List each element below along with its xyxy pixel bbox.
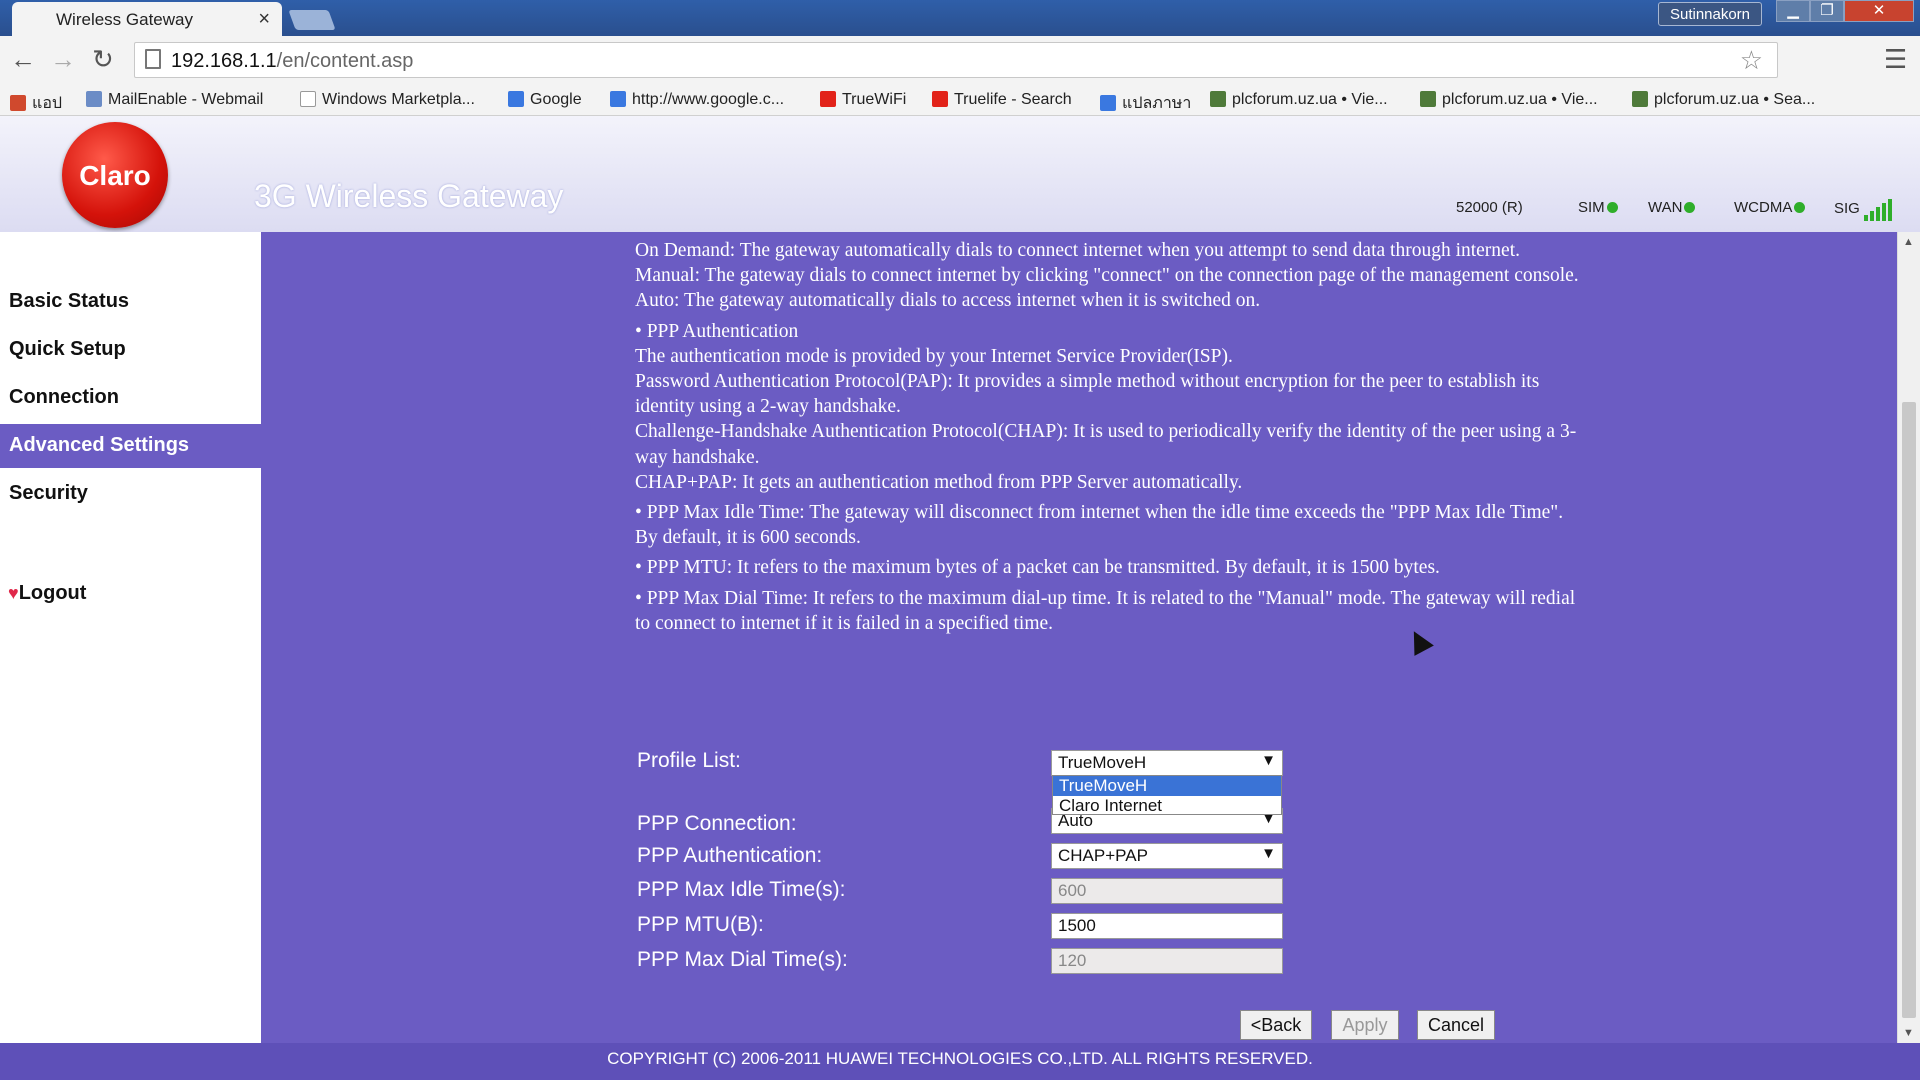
dropdown-option[interactable]: Claro Internet [1053, 796, 1281, 816]
cancel-button[interactable]: Cancel [1417, 1010, 1495, 1040]
sidebar-item-advanced-settings[interactable]: Advanced Settings [0, 424, 261, 468]
bookmark-item[interactable]: แอป [10, 91, 62, 116]
url-host: 192.168.1.1 [171, 50, 277, 72]
sidebar-item-quick-setup[interactable]: Quick Setup [0, 328, 261, 372]
tab-title: Wireless Gateway [56, 10, 193, 29]
profile-user-button[interactable]: Sutinnakorn [1658, 2, 1762, 26]
help-auto: Auto: The gateway automatically dials to… [635, 290, 1261, 312]
close-window-button[interactable]: ✕ [1844, 0, 1914, 22]
status-dot-icon [1606, 202, 1618, 213]
ppp-idle-input[interactable]: 600 [1051, 878, 1283, 904]
bookmark-item[interactable]: แปลภาษา [1100, 91, 1191, 116]
claro-logo: Claro [62, 122, 168, 228]
profile-dropdown-list: TrueMoveH Claro Internet [1052, 775, 1282, 815]
translate-icon [1100, 95, 1116, 111]
status-dot-icon [1794, 202, 1806, 213]
ppp-connection-label: PPP Connection: [637, 812, 797, 835]
bookmark-item[interactable]: TrueWiFi [820, 91, 906, 109]
help-text: On Demand: The gateway automatically dia… [635, 232, 1585, 636]
ppp-auth-label: PPP Authentication: [637, 844, 823, 867]
help-manual: Manual: The gateway dials to connect int… [635, 265, 1579, 287]
bookmarks-bar: แอป MailEnable - Webmail Windows Marketp… [0, 86, 1920, 116]
dropdown-option[interactable]: TrueMoveH [1053, 776, 1281, 796]
sidebar-item-security[interactable]: Security [0, 472, 261, 516]
bookmark-star-icon[interactable]: ☆ [1740, 45, 1763, 76]
page-scrollbar[interactable]: ▲ ▼ [1897, 232, 1920, 1043]
page-icon [300, 91, 316, 107]
browser-tab[interactable]: Wireless Gateway × [12, 2, 282, 36]
wcdma-status: WCDMA [1734, 199, 1806, 216]
help-on-demand: On Demand: The gateway automatically dia… [635, 240, 1521, 261]
signal-status: SIG [1834, 199, 1894, 221]
bookmark-item[interactable]: MailEnable - Webmail [86, 91, 263, 109]
bookmark-item[interactable]: plcforum.uz.ua • Vie... [1420, 91, 1598, 109]
mail-icon [86, 91, 102, 107]
ppp-idle-label: PPP Max Idle Time(s): [637, 878, 846, 901]
ppp-mtu-input[interactable]: 1500 [1051, 913, 1283, 939]
minimize-button[interactable]: ▁ [1776, 0, 1810, 22]
true-icon [820, 91, 836, 107]
profile-list-label: Profile List: [637, 749, 741, 772]
scrollbar-thumb[interactable] [1902, 402, 1916, 1018]
sidebar: Basic Status Quick Setup Connection Adva… [0, 232, 261, 1043]
help-idle-time: • PPP Max Idle Time: The gateway will di… [635, 502, 1564, 549]
bookmark-item[interactable]: http://www.google.c... [610, 91, 784, 109]
copyright-footer: COPYRIGHT (C) 2006-2011 HUAWEI TECHNOLOG… [0, 1043, 1920, 1080]
forum-icon [1210, 91, 1226, 107]
status-dot-icon [1684, 202, 1696, 213]
back-button[interactable]: <Back [1240, 1010, 1312, 1040]
url-path: /en/content.asp [276, 50, 414, 72]
help-auth-heading: • PPP Authentication [635, 320, 799, 342]
reload-icon[interactable]: ↻ [92, 44, 114, 75]
forum-icon [1632, 91, 1648, 107]
page-title: 3G Wireless Gateway [254, 178, 564, 214]
bookmark-item[interactable]: Google [508, 91, 582, 109]
signal-bars-icon [1863, 199, 1894, 221]
ppp-mtu-label: PPP MTU(B): [637, 913, 764, 936]
gateway-header: Claro 3G Wireless Gateway 52000 (R) SIM … [0, 116, 1920, 232]
forum-icon [1420, 91, 1436, 107]
help-mtu: • PPP MTU: It refers to the maximum byte… [635, 557, 1440, 579]
back-arrow-icon[interactable]: ← [10, 44, 36, 75]
address-bar[interactable]: 192.168.1.1/en/content.asp ☆ [134, 42, 1778, 78]
sim-status: SIM [1578, 199, 1618, 216]
sidebar-item-basic-status[interactable]: Basic Status [0, 280, 261, 324]
browser-menu-icon[interactable]: ☰ [1884, 44, 1907, 75]
google-icon [610, 91, 626, 107]
sidebar-item-connection[interactable]: Connection [0, 376, 261, 420]
chevron-down-icon: ▼ [1261, 752, 1276, 769]
logout-link[interactable]: ♥Logout [0, 572, 261, 616]
forward-arrow-icon[interactable]: → [50, 44, 76, 75]
chevron-down-icon: ▼ [1261, 845, 1276, 862]
bookmark-item[interactable]: plcforum.uz.ua • Sea... [1632, 91, 1815, 109]
page-icon [145, 49, 161, 69]
help-pap: Password Authentication Protocol(PAP): I… [635, 371, 1540, 418]
wan-status: WAN [1648, 199, 1696, 216]
heart-icon: ♥ [8, 583, 19, 603]
ppp-auth-select[interactable]: CHAP+PAP ▼ [1051, 843, 1283, 869]
ppp-dial-label: PPP Max Dial Time(s): [637, 948, 848, 971]
main-content: On Demand: The gateway automatically dia… [261, 232, 1897, 1043]
apps-icon [10, 95, 26, 111]
apply-button[interactable]: Apply [1331, 1010, 1399, 1040]
browser-titlebar: Wireless Gateway × Sutinnakorn ▁ ❐ ✕ [0, 0, 1920, 36]
new-tab-button[interactable] [288, 10, 336, 30]
help-dial-time: • PPP Max Dial Time: It refers to the ma… [635, 587, 1576, 634]
bookmark-item[interactable]: Truelife - Search [932, 91, 1072, 109]
scroll-up-icon[interactable]: ▲ [1903, 236, 1914, 248]
help-auth-isp: The authentication mode is provided by y… [635, 345, 1233, 367]
help-chap: Challenge-Handshake Authentication Proto… [635, 421, 1577, 468]
network-code: 52000 (R) [1456, 199, 1523, 216]
bookmark-item[interactable]: Windows Marketpla... [300, 91, 475, 109]
help-chap-pap: CHAP+PAP: It gets an authentication meth… [635, 471, 1243, 493]
google-icon [508, 91, 524, 107]
bookmark-item[interactable]: plcforum.uz.ua • Vie... [1210, 91, 1388, 109]
ppp-dial-input[interactable]: 120 [1051, 948, 1283, 974]
browser-toolbar: ← → ↻ 192.168.1.1/en/content.asp ☆ ☰ [0, 36, 1920, 86]
tab-close-icon[interactable]: × [258, 8, 270, 31]
profile-list-select[interactable]: TrueMoveH ▼ [1051, 750, 1283, 776]
true-icon [932, 91, 948, 107]
scroll-down-icon[interactable]: ▼ [1903, 1027, 1914, 1039]
maximize-button[interactable]: ❐ [1810, 0, 1844, 22]
